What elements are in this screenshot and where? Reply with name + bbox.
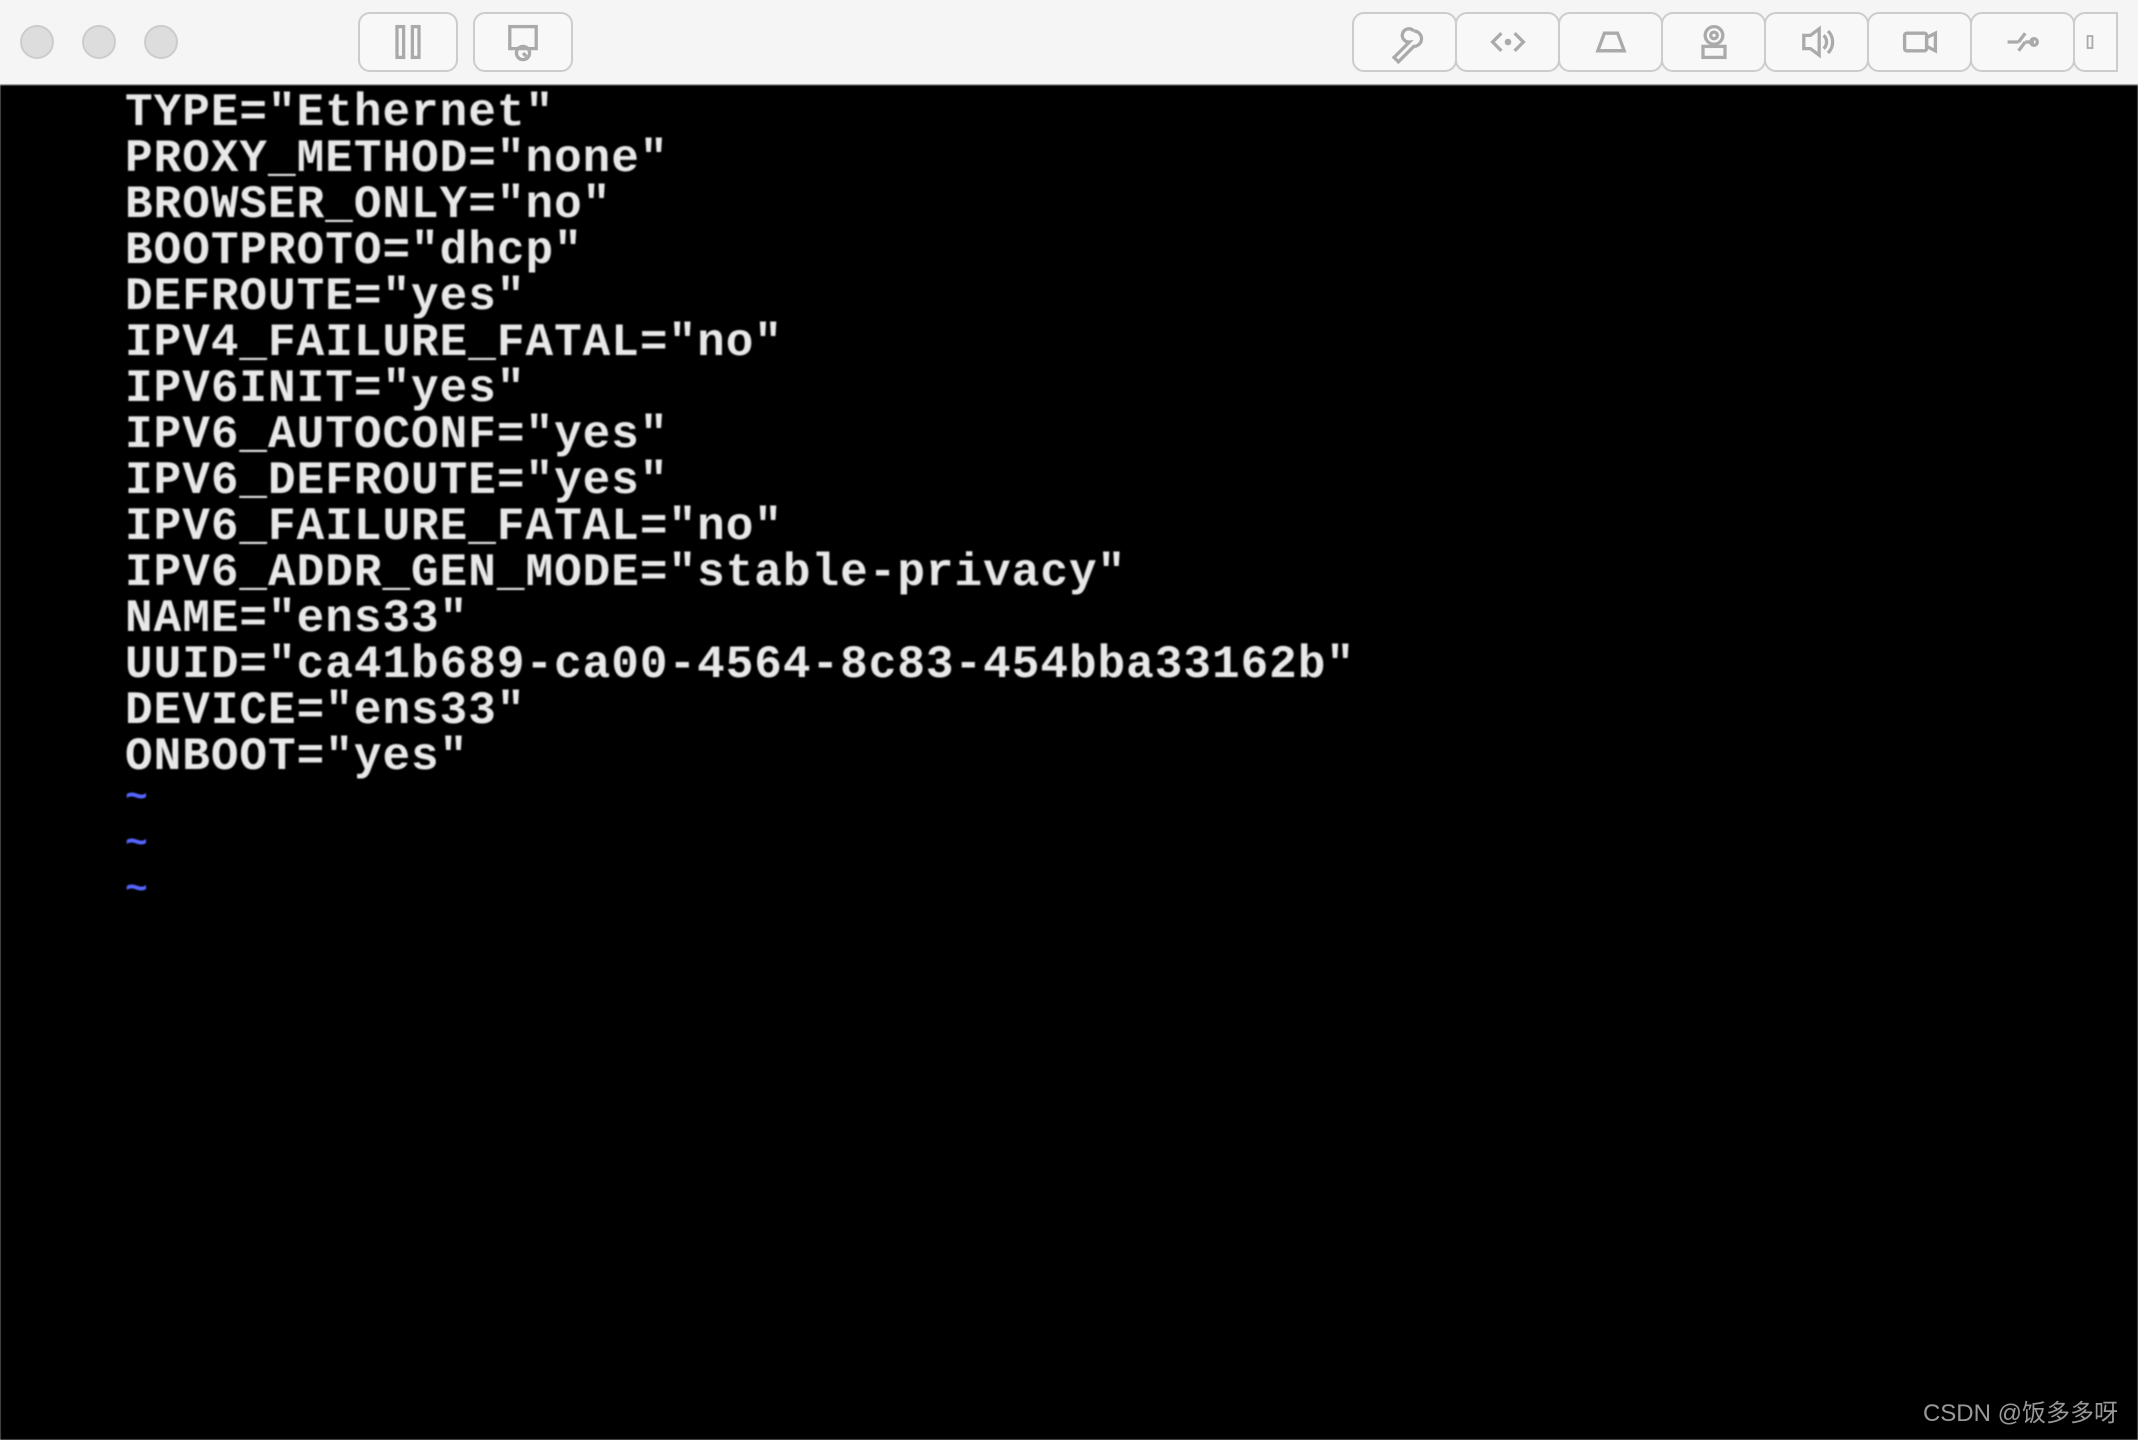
toolbar-right-group xyxy=(1354,12,2118,72)
config-line: UUID="ca41b689-ca00-4564-8c83-454bba3316… xyxy=(125,642,2138,688)
config-line: TYPE="Ethernet" xyxy=(125,90,2138,136)
video-button[interactable] xyxy=(1867,12,1972,72)
code-button[interactable] xyxy=(1455,12,1560,72)
wrench-icon xyxy=(1383,20,1427,64)
pause-icon xyxy=(386,20,430,64)
config-line: BOOTPROTO="dhcp" xyxy=(125,228,2138,274)
minimize-button[interactable] xyxy=(82,25,116,59)
close-button[interactable] xyxy=(20,25,54,59)
config-line: IPV4_FAILURE_FATAL="no" xyxy=(125,320,2138,366)
window-controls xyxy=(20,25,178,59)
config-line: DEVICE="ens33" xyxy=(125,688,2138,734)
empty-line-tilde: ~ xyxy=(125,780,2138,826)
config-line: BROWSER_ONLY="no" xyxy=(125,182,2138,228)
config-line: IPV6_ADDR_GEN_MODE="stable-privacy" xyxy=(125,550,2138,596)
usb-button[interactable] xyxy=(1970,12,2075,72)
config-line: IPV6_DEFROUTE="yes" xyxy=(125,458,2138,504)
config-line: ONBOOT="yes" xyxy=(125,734,2138,780)
sound-button[interactable] xyxy=(1764,12,1869,72)
more-button[interactable] xyxy=(2073,12,2118,72)
empty-line-tilde: ~ xyxy=(125,826,2138,872)
empty-line-tilde: ~ xyxy=(125,872,2138,918)
snapshot-icon xyxy=(501,20,545,64)
maximize-button[interactable] xyxy=(144,25,178,59)
video-icon xyxy=(1898,20,1942,64)
sound-icon xyxy=(1795,20,1839,64)
config-line: PROXY_METHOD="none" xyxy=(125,136,2138,182)
config-line: IPV6INIT="yes" xyxy=(125,366,2138,412)
config-line: NAME="ens33" xyxy=(125,596,2138,642)
toolbar-left-group xyxy=(358,12,573,72)
terminal-editor[interactable]: TYPE="Ethernet"PROXY_METHOD="none"BROWSE… xyxy=(0,85,2138,1440)
camera-icon xyxy=(1692,20,1736,64)
config-line: IPV6_FAILURE_FATAL="no" xyxy=(125,504,2138,550)
pause-button[interactable] xyxy=(358,12,458,72)
config-line: IPV6_AUTOCONF="yes" xyxy=(125,412,2138,458)
snapshot-button[interactable] xyxy=(473,12,573,72)
more-icon xyxy=(2084,20,2108,64)
usb-icon xyxy=(2001,20,2045,64)
config-line: DEFROUTE="yes" xyxy=(125,274,2138,320)
disk-icon xyxy=(1589,20,1633,64)
disk-button[interactable] xyxy=(1558,12,1663,72)
camera-button[interactable] xyxy=(1661,12,1766,72)
code-icon xyxy=(1486,20,1530,64)
watermark: CSDN @饭多多呀 xyxy=(1923,1393,2118,1428)
vm-toolbar xyxy=(0,0,2138,85)
settings-button[interactable] xyxy=(1352,12,1457,72)
